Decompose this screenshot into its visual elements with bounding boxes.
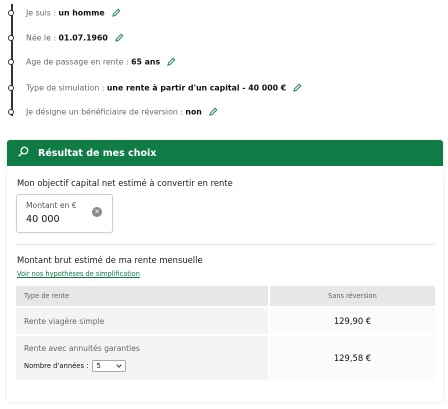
clear-icon[interactable]: ✕ (92, 207, 102, 217)
timeline-dot (8, 109, 14, 115)
timeline-dot (8, 35, 14, 41)
capital-label: Mon objectif capital net estimé à conver… (17, 178, 233, 188)
years-selector: Nombre d'années : 5 (24, 360, 127, 372)
rent-table: Type de rente Sans réversion Rente viagè… (16, 286, 435, 380)
result-card: Résultat de mes choix Mon objectif capit… (7, 140, 443, 402)
amount-caption: Montant en € (26, 201, 77, 210)
summary-label: Née le : (26, 33, 56, 42)
summary-value: non (185, 107, 202, 116)
result-title: Résultat de mes choix (38, 147, 157, 159)
chevron-down-icon (116, 362, 123, 370)
column-header-reversion: Sans réversion (268, 286, 435, 306)
amount-value[interactable]: 40 000 (26, 214, 60, 225)
row-value: 129,90 € (268, 308, 435, 334)
amount-field[interactable]: Montant en € 40 000 ✕ (16, 194, 113, 233)
row-value: 129,58 € (268, 336, 435, 380)
summary-label: Je suis : (26, 8, 56, 17)
timeline-dot (8, 10, 14, 16)
years-select[interactable]: 5 (92, 360, 127, 372)
years-label: Nombre d'années : (24, 362, 89, 370)
summary-label: Type de simulation : (26, 83, 105, 92)
summary-label: Je désigne un bénéficiaire de réversion … (26, 107, 183, 116)
column-header-type: Type de rente (24, 292, 70, 300)
timeline-dot (8, 59, 14, 65)
years-value: 5 (96, 362, 101, 370)
divider (16, 244, 434, 245)
table-row: Rente viagère simple 129,90 € (16, 306, 435, 334)
row-label: Rente avec annuités garanties (24, 344, 140, 353)
table-row: Rente avec annuités garanties Nombre d'a… (16, 334, 435, 380)
hypotheses-link[interactable]: Voir nos hypothèses de simplification (17, 270, 140, 278)
edit-pencil-icon[interactable] (111, 8, 121, 19)
summary-value: 65 ans (131, 57, 161, 66)
summary-value: 01.07.1960 (58, 33, 108, 42)
rent-label: Montant brut estimé de ma rente mensuell… (17, 255, 203, 265)
search-icon (18, 146, 29, 160)
table-header: Type de rente Sans réversion (16, 286, 435, 306)
result-header: Résultat de mes choix (7, 140, 443, 166)
edit-pencil-icon[interactable] (115, 33, 124, 44)
summary-value: une rente à partir d'un capital - 40 000… (106, 83, 287, 92)
edit-pencil-icon[interactable] (167, 57, 176, 68)
row-label: Rente viagère simple (24, 316, 105, 326)
edit-pencil-icon[interactable] (293, 83, 302, 94)
summary-label: Age de passage en rente : (26, 57, 129, 66)
profile-summary: Je suis : un homme Née le : 01.07.1960 A… (0, 0, 448, 130)
summary-value: un homme (58, 8, 105, 17)
edit-pencil-icon[interactable] (209, 107, 218, 118)
timeline-dot (8, 85, 14, 91)
